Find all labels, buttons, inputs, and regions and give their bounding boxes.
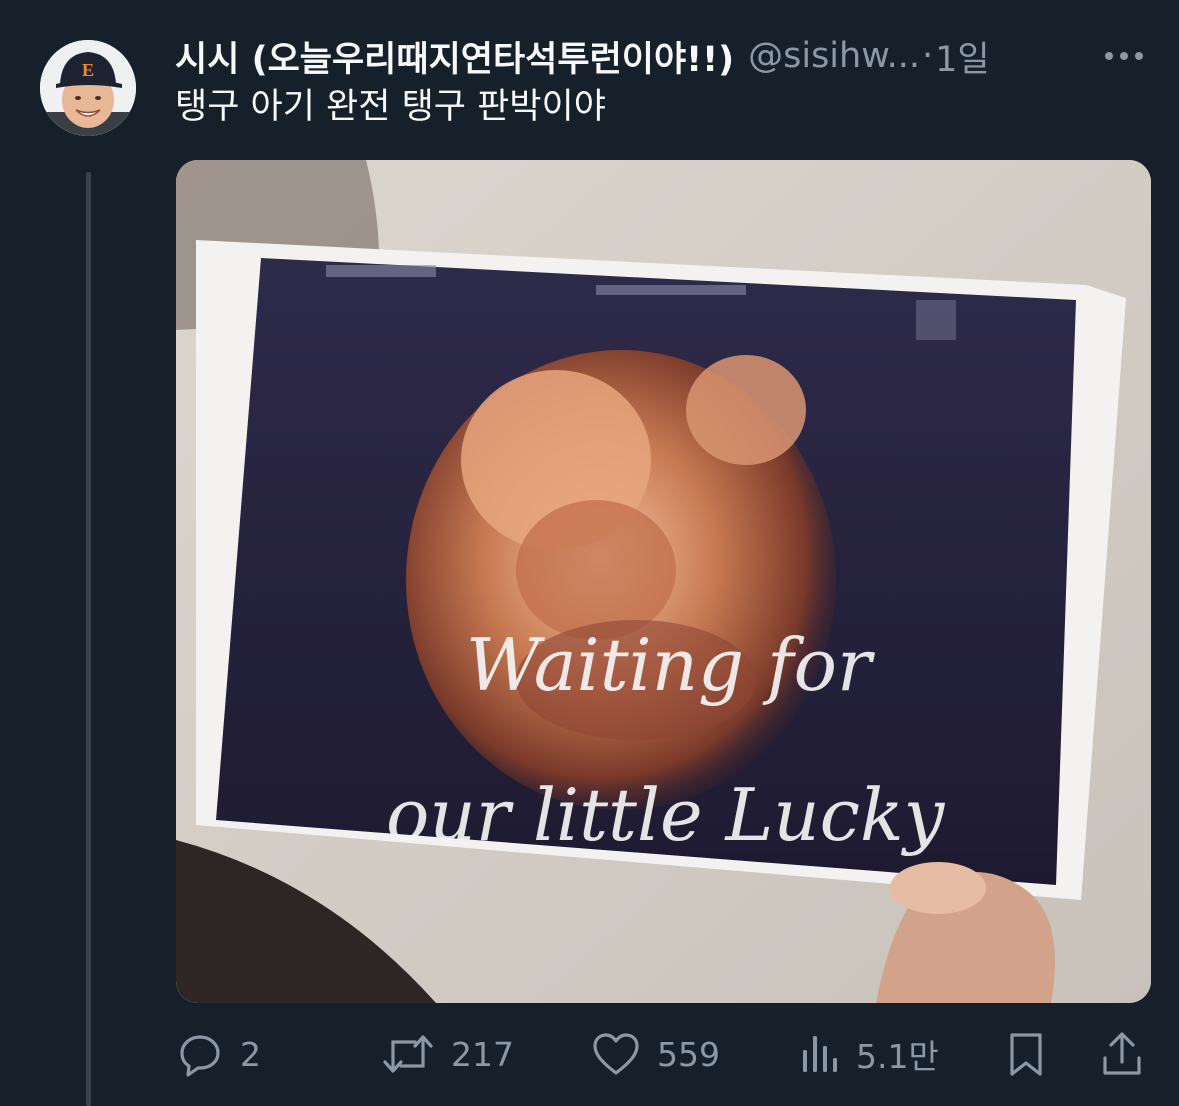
retweet-count: 217	[451, 1034, 514, 1074]
retweet-button[interactable]: 217	[381, 1024, 514, 1084]
heart-icon	[593, 1033, 639, 1075]
timestamp[interactable]: 1일	[935, 31, 989, 82]
overlay-line1: Waiting for	[466, 623, 875, 707]
user-handle[interactable]: @sisihw...	[748, 36, 920, 76]
like-count: 559	[657, 1034, 720, 1074]
more-icon	[1105, 52, 1143, 60]
bookmark-icon	[1010, 1033, 1042, 1076]
tweet-media[interactable]: Waiting for our little Lucky	[176, 160, 1151, 1003]
tweet-header: 시시 (오늘우리때지연타석투런이야!!) @sisihw... · 1일	[175, 28, 1135, 84]
thread-line	[86, 172, 91, 1106]
reply-icon	[180, 1035, 220, 1077]
reply-button[interactable]: 2	[176, 1024, 261, 1084]
display-name[interactable]: 시시 (오늘우리때지연타석투런이야!!)	[175, 31, 734, 82]
share-icon	[1103, 1032, 1141, 1075]
like-button[interactable]: 559	[591, 1024, 720, 1084]
bookmark-button[interactable]	[1006, 1024, 1046, 1084]
separator-dot: ·	[922, 36, 934, 76]
ultrasound-photo: Waiting for our little Lucky	[176, 160, 1151, 1003]
avatar-image: E	[40, 40, 136, 136]
svg-text:E: E	[82, 60, 94, 80]
avatar[interactable]: E	[40, 40, 136, 136]
reply-count: 2	[240, 1034, 261, 1074]
action-bar: 2 217 559 5.1만	[176, 1024, 1151, 1084]
share-button[interactable]	[1101, 1024, 1143, 1084]
views-icon	[803, 1036, 837, 1072]
views-count: 5.1만	[856, 1037, 939, 1076]
retweet-icon	[383, 1035, 433, 1073]
overlay-line2: our little Lucky	[386, 773, 946, 857]
views-button[interactable]: 5.1만	[800, 1024, 939, 1084]
more-button[interactable]	[1100, 36, 1148, 76]
tweet-text: 탱구 아기 완전 탱구 판박이야	[175, 87, 606, 127]
